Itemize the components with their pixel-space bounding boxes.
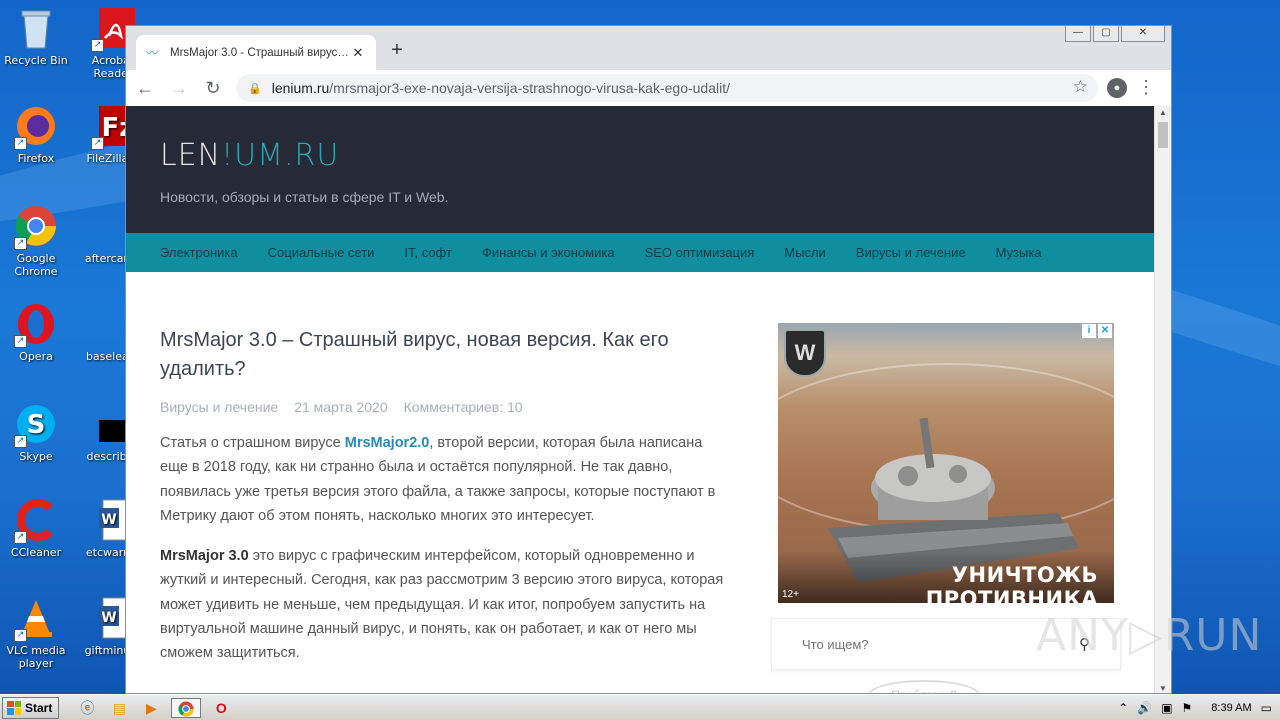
action-center-flag-icon[interactable]: ⚑ (1182, 701, 1193, 715)
nav-item-music[interactable]: Музыка (996, 245, 1042, 260)
article-paragraph: MrsMajor 3.0 это вирус с графическим инт… (160, 548, 724, 662)
tray-expand-icon[interactable]: ⌃ (1118, 701, 1128, 715)
start-button[interactable]: Start (2, 696, 60, 719)
tab-title: MrsMajor 3.0 - Страшный вирус, но (170, 46, 350, 59)
lock-icon: 🔒 (248, 82, 262, 95)
clock[interactable]: 8:39 AM (1211, 702, 1251, 714)
ad-age-rating: 12+ (782, 589, 799, 600)
maximize-button[interactable]: ▢ (1093, 26, 1119, 42)
desktop-icon-chrome[interactable]: ↗ Google Chrome (1, 204, 71, 278)
opera-icon: ↗ (14, 302, 58, 348)
svg-text:W: W (101, 610, 116, 626)
browser-toolbar: ← → ↻ 🔒 lenium.ru/mrsmajor3-exe-novaja-v… (126, 70, 1171, 106)
article-paragraph: Статья о страшном вирусе MrsMajor2.0, вт… (160, 435, 716, 524)
desktop-icon-vlc[interactable]: ↗ VLC media player (1, 596, 71, 670)
firefox-icon: ↗ (14, 104, 58, 150)
nav-item-electronics[interactable]: Электроника (160, 245, 238, 260)
tab-close-icon[interactable]: ✕ (350, 45, 366, 61)
site-favicon-icon: 〰 (146, 45, 159, 60)
ie-icon[interactable]: ⓔ (75, 698, 99, 718)
address-bar[interactable]: 🔒 lenium.ru/mrsmajor3-exe-novaja-versija… (236, 74, 1098, 102)
reload-button[interactable]: ↻ (198, 73, 228, 103)
nav-item-thoughts[interactable]: Мысли (784, 245, 826, 260)
network-icon[interactable]: ▣ (1161, 701, 1172, 715)
forward-button[interactable]: → (164, 73, 194, 103)
system-tray: ⌃ 🔊 ▣ ⚑ 8:39 AM ▭ (1110, 695, 1280, 720)
svg-text:W: W (101, 512, 116, 528)
game-logo-icon: W (784, 329, 826, 377)
vlc-icon: ↗ (14, 596, 58, 642)
nav-item-viruses[interactable]: Вирусы и лечение (856, 245, 966, 260)
close-window-button[interactable]: ✕ (1121, 26, 1165, 42)
explorer-folder-icon[interactable]: ▤ (107, 698, 131, 718)
desktop-icon-recycle-bin[interactable]: Recycle Bin (1, 6, 71, 67)
site-header: LEN!UM.RU Новости, обзоры и статьи в сфе… (126, 106, 1156, 233)
scroll-thumb[interactable] (1158, 122, 1168, 148)
page-scrollbar[interactable]: ▲ ▼ (1154, 106, 1171, 693)
nav-item-social[interactable]: Социальные сети (268, 245, 375, 260)
profile-avatar-icon[interactable]: ● (1107, 78, 1127, 98)
article-comments[interactable]: Комментариев: 10 (404, 399, 523, 415)
volume-icon[interactable]: 🔊 (1137, 701, 1152, 715)
bookmark-star-icon[interactable]: ☆ (1073, 77, 1088, 97)
desktop-icon-skype[interactable]: S ↗ Skype (1, 402, 71, 463)
scroll-up-icon[interactable]: ▲ (1159, 108, 1167, 117)
anyrun-watermark: ANY▷RUN (1036, 610, 1263, 661)
ccleaner-icon: ↗ (14, 498, 58, 544)
ad-slogan: УНИЧТОЖЬ ПРОТИВНИКА (778, 551, 1114, 603)
chrome-icon: ↗ (14, 204, 58, 250)
minimize-button[interactable]: — (1065, 26, 1091, 42)
desktop-icon-ccleaner[interactable]: ↗ CCleaner (1, 498, 71, 559)
desktop-icon-opera[interactable]: ↗ Opera (1, 302, 71, 363)
article-category[interactable]: Вирусы и лечение (160, 399, 278, 415)
site-nav: Электроника Социальные сети IT, софт Фин… (126, 233, 1156, 272)
article-title[interactable]: MrsMajor 3.0 – Страшный вирус, новая вер… (160, 326, 730, 384)
back-button[interactable]: ← (130, 73, 160, 103)
article-date: 21 марта 2020 (294, 399, 388, 415)
svg-text:S: S (27, 410, 46, 440)
desktop-icon-firefox[interactable]: ↗ Firefox (1, 104, 71, 165)
opera-taskbar-icon[interactable]: O (209, 698, 233, 718)
url-path: /mrsmajor3-exe-novaja-versija-strashnogo… (329, 80, 730, 96)
chrome-taskbar-icon[interactable] (171, 697, 202, 718)
windows-logo-icon (7, 700, 21, 715)
window-controls: — ▢ ✕ (1065, 26, 1165, 42)
article-meta: Вирусы и лечение 21 марта 2020 Комментар… (160, 399, 730, 415)
nav-item-seo[interactable]: SEO оптимизация (645, 245, 755, 260)
web-page: LEN!UM.RU Новости, обзоры и статьи в сфе… (126, 106, 1156, 693)
url-host: lenium.ru (271, 80, 330, 96)
taskbar: Start ⓔ ▤ ▶ O ⌃ 🔊 ▣ ⚑ 8:39 AM ▭ (0, 694, 1280, 720)
advertisement-banner[interactable]: W i ✕ УНИЧТОЖЬ ПРОТИВНИКА 12+ (778, 323, 1114, 603)
recycle-bin-icon (14, 6, 58, 50)
nav-item-it-soft[interactable]: IT, софт (404, 245, 452, 260)
article-link[interactable]: MrsMajor2.0 (345, 435, 430, 451)
ad-info-icon[interactable]: i (1082, 324, 1096, 338)
browser-window: 〰 MrsMajor 3.0 - Страшный вирус, но ✕ + … (125, 25, 1172, 694)
tab-strip: 〰 MrsMajor 3.0 - Страшный вирус, но ✕ + … (126, 26, 1171, 70)
show-desktop-icon[interactable]: ▭ (1261, 701, 1272, 715)
nav-item-finance[interactable]: Финансы и экономика (482, 245, 615, 260)
new-tab-button[interactable]: + (387, 39, 407, 61)
browser-tab[interactable]: 〰 MrsMajor 3.0 - Страшный вирус, но ✕ (136, 35, 376, 70)
browser-menu-icon[interactable]: ⋮ (1137, 76, 1155, 98)
problems-badge[interactable]: Проблемы? (868, 680, 980, 693)
skype-icon: S ↗ (14, 402, 58, 448)
scroll-down-icon[interactable]: ▼ (1159, 684, 1167, 693)
media-player-icon[interactable]: ▶ (139, 698, 163, 718)
article: MrsMajor 3.0 – Страшный вирус, новая вер… (160, 326, 730, 666)
ad-close-icon[interactable]: ✕ (1098, 324, 1112, 338)
site-logo[interactable]: LEN!UM.RU (160, 138, 339, 173)
site-tagline: Новости, обзоры и статьи в сфере IT и We… (160, 189, 449, 205)
